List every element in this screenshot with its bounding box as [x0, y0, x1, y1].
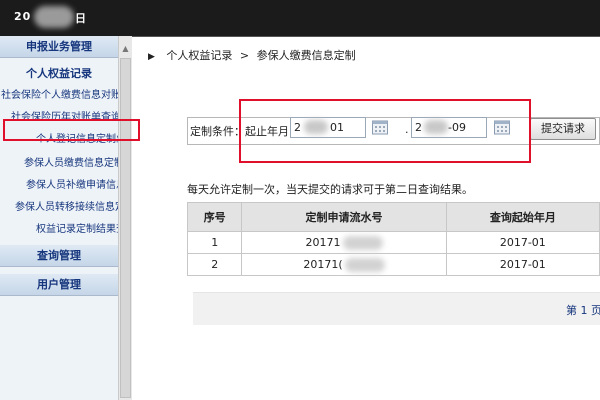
col-header-month: 查询起始年月 — [445, 202, 600, 232]
table-row: 1 20171 2017-01 — [186, 231, 600, 254]
scroll-up-icon[interactable]: ▲ — [121, 44, 130, 53]
row-num: 1 — [186, 231, 243, 254]
results-table: 序号 定制申请流水号 查询起始年月 1 20171 2017-01 2 2017… — [186, 202, 600, 276]
date-range-highlight — [239, 99, 531, 163]
sidebar-group-user[interactable]: 用户管理 — [0, 274, 118, 296]
table-row: 2 20171( 2017-01 — [186, 253, 600, 276]
sidebar-scrollbar[interactable]: ▲ — [118, 36, 132, 400]
row-flow-blur — [344, 257, 385, 272]
header-year: 20 — [14, 10, 32, 23]
header-day: 日 — [75, 12, 86, 25]
sidebar-item-transfer-custom[interactable]: 参保人员转移接续信息定制 — [15, 198, 131, 218]
sidebar-item-statement[interactable]: 社会保险个人缴费信息对账单 — [1, 86, 131, 106]
col-header-num: 序号 — [186, 202, 243, 232]
breadcrumb-separator: > — [239, 49, 250, 62]
table-header-row: 序号 定制申请流水号 查询起始年月 — [186, 202, 600, 232]
row-flow-text: 20171( — [303, 257, 343, 271]
row-month: 2017-01 — [445, 231, 600, 254]
header-blurred-date — [34, 6, 74, 28]
sidebar-item-payment-custom[interactable]: 参保人员缴费信息定制业 — [24, 154, 131, 174]
submit-request-button[interactable]: 提交请求 — [530, 118, 596, 140]
sidebar-group-declare[interactable]: 申报业务管理 — [0, 36, 118, 58]
breadcrumb-arrow-icon: ▶ — [148, 52, 155, 62]
sidebar-group-query[interactable]: 查询管理 — [0, 245, 118, 267]
row-num: 2 — [186, 253, 243, 276]
sidebar-sub-personal-records[interactable]: 个人权益记录 — [0, 64, 118, 84]
custom-note: 每天允许定制一次，当天提交的请求可于第二日查询结果。 — [187, 183, 473, 196]
breadcrumb-part2: 参保人缴费信息定制 — [256, 49, 356, 62]
col-header-flow: 定制申请流水号 — [241, 202, 447, 232]
pagination-bar: 第 1 页 — [193, 292, 600, 325]
top-bar: 20 日 — [0, 0, 600, 37]
breadcrumb: ▶ 个人权益记录 > 参保人缴费信息定制 — [148, 47, 356, 63]
scrollbar-thumb[interactable] — [120, 58, 131, 398]
active-item-highlight — [3, 119, 140, 141]
sidebar: 申报业务管理 个人权益记录 社会保险个人缴费信息对账单 社会保险历年对账单查询（… — [0, 36, 132, 400]
row-flow-blur — [342, 235, 383, 250]
row-flow-text: 20171 — [305, 235, 341, 249]
breadcrumb-part1[interactable]: 个人权益记录 — [166, 49, 232, 62]
row-month: 2017-01 — [445, 253, 600, 276]
row-flow: 20171 — [241, 231, 447, 254]
row-flow: 20171( — [241, 253, 447, 276]
sidebar-item-backpay-custom[interactable]: 参保人员补缴申请信息定制业 — [26, 176, 131, 196]
page-indicator[interactable]: 第 1 页 — [566, 302, 600, 318]
